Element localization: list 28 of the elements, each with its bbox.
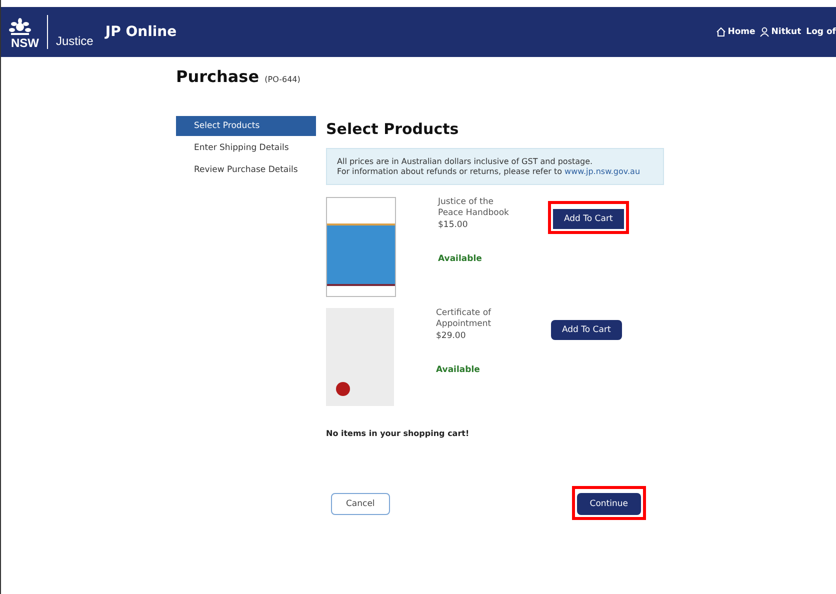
app-title: JP Online [105, 24, 177, 40]
cancel-button[interactable]: Cancel [331, 493, 390, 515]
availability-status: Available [436, 365, 481, 376]
flower-logo-icon [7, 18, 33, 36]
product-price: $29.00 [436, 331, 467, 342]
product-name: Certificate of Appointment [436, 308, 492, 330]
nav-link[interactable]: Log of [806, 27, 836, 37]
section-title: Select Products [326, 120, 460, 138]
add-to-cart-button[interactable]: Add To Cart [553, 209, 624, 229]
step-item[interactable]: Select Products [176, 116, 316, 136]
nav-link[interactable]: Home [716, 27, 756, 37]
website-link[interactable]: www.jp.nsw.gov.au [564, 167, 640, 176]
notice-text: For information about refunds or returns, please refer to www.jp.nsw.gov.au [337, 167, 642, 176]
user-icon [760, 27, 770, 37]
add-to-cart-button[interactable]: Add To Cart [551, 320, 622, 340]
nav-link[interactable]: Nitkut [760, 27, 802, 37]
step-item[interactable]: Review Purchase Details [176, 160, 316, 180]
logo-text: NSW [11, 36, 39, 50]
availability-status: Available [438, 254, 483, 264]
product-price: $15.00 [438, 220, 469, 230]
continue-button[interactable]: Continue [576, 493, 641, 515]
product-name: Justice of the Peace Handbook [438, 197, 510, 220]
step-item[interactable]: Enter Shipping Details [176, 138, 316, 158]
page-title: Purchase (PO-644) [176, 67, 302, 86]
cart-message: No items in your shopping cart! [326, 429, 470, 438]
notice-text: All prices are in Australian dollars inclusive of GST and postage. [337, 157, 594, 166]
home-icon [716, 27, 726, 37]
department-name: Justice [56, 34, 94, 48]
